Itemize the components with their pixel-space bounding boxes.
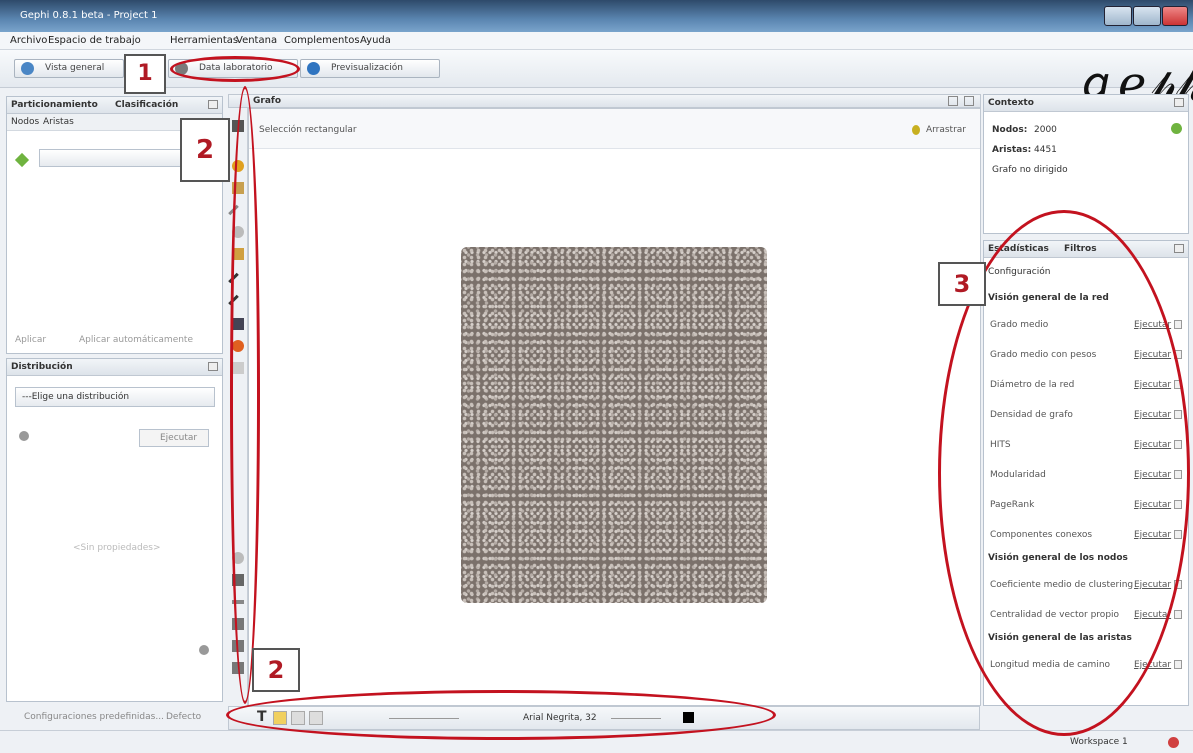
annotation-oval-2b	[226, 690, 776, 740]
annotation-oval-1	[170, 56, 300, 82]
tab-ranking[interactable]: Clasificación	[115, 100, 178, 110]
distribution-panel: Distribución ---Elige una distribución E…	[6, 358, 223, 702]
workspace-label[interactable]: Workspace 1	[1070, 737, 1128, 747]
default-link[interactable]: Defecto	[166, 712, 201, 722]
title-bar: Gephi 0.8.1 beta - Project 1	[0, 0, 1193, 32]
annotation-oval-2a	[230, 86, 260, 704]
maximize-icon[interactable]	[964, 96, 974, 106]
presets-link[interactable]: Configuraciones predefinidas...	[24, 712, 164, 722]
graph-tab-bar: Grafo	[228, 94, 981, 108]
menu-archivo[interactable]: Archivo	[10, 35, 47, 46]
info-icon[interactable]	[1174, 610, 1182, 619]
distribution-run-button[interactable]: Ejecutar	[139, 429, 209, 447]
drag-mode-label[interactable]: Arrastrar	[926, 125, 966, 135]
settings-icon[interactable]	[199, 645, 209, 655]
window-title: Gephi 0.8.1 beta - Project 1	[20, 10, 158, 21]
graph-canvas[interactable]: Selección rectangular Arrastrar	[248, 108, 981, 706]
menu-ayuda[interactable]: Ayuda	[360, 35, 391, 46]
auto-apply-button[interactable]: Aplicar automáticamente	[79, 335, 193, 345]
apply-button[interactable]: Aplicar	[15, 335, 46, 345]
minimize-icon[interactable]	[208, 362, 218, 371]
annotation-number-1: 1	[124, 54, 166, 94]
minimize-icon[interactable]	[1174, 244, 1184, 253]
tab-distribution[interactable]: Distribución	[11, 362, 73, 372]
overview-button[interactable]: Vista general	[14, 59, 124, 78]
tab-graph[interactable]: Grafo	[253, 96, 281, 106]
refresh-icon[interactable]	[1171, 123, 1182, 134]
tab-nodes[interactable]: Nodos	[11, 117, 39, 127]
annotation-number-2b: 2	[252, 648, 300, 692]
restore-icon[interactable]	[948, 96, 958, 106]
preview-icon	[307, 62, 320, 75]
selection-mode-label: Selección rectangular	[259, 125, 357, 135]
edges-label: Aristas:	[992, 145, 1032, 155]
distribution-dropdown[interactable]: ---Elige una distribución	[15, 387, 215, 407]
presets-bar: Configuraciones predefinidas... Defecto	[6, 706, 223, 730]
info-icon[interactable]	[1174, 660, 1182, 669]
no-properties-label: <Sin propiedades>	[73, 543, 161, 553]
graph-type-label: Grafo no dirigido	[992, 165, 1068, 175]
info-icon	[19, 431, 29, 441]
overview-icon	[21, 62, 34, 75]
menu-bar: Archivo Espacio de trabajo Herramientas …	[0, 32, 1193, 50]
nodes-count: 2000	[1034, 125, 1057, 135]
minimize-icon[interactable]	[208, 100, 218, 109]
lightbulb-icon	[912, 125, 920, 135]
edges-count: 4451	[1034, 145, 1057, 155]
minimize-button[interactable]	[1104, 6, 1132, 26]
tab-partition[interactable]: Particionamiento	[11, 100, 98, 110]
refresh-icon[interactable]	[14, 152, 30, 168]
notification-icon[interactable]	[1168, 737, 1179, 748]
graph-header: Selección rectangular Arrastrar	[249, 109, 980, 149]
context-panel: Contexto Nodos: 2000 Aristas: 4451 Grafo…	[983, 94, 1189, 234]
minimize-icon[interactable]	[1174, 98, 1184, 107]
close-button[interactable]	[1162, 6, 1188, 26]
menu-herramientas[interactable]: Herramientas	[170, 35, 238, 46]
preview-button[interactable]: Previsualización	[300, 59, 440, 78]
maximize-button[interactable]	[1133, 6, 1161, 26]
annotation-number-2a: 2	[180, 118, 230, 182]
info-icon[interactable]	[1174, 320, 1182, 329]
nodes-label: Nodos:	[992, 125, 1028, 135]
menu-espacio[interactable]: Espacio de trabajo	[48, 35, 141, 46]
annotation-number-3: 3	[938, 262, 986, 306]
menu-complementos[interactable]: Complementos	[284, 35, 360, 46]
network-graph[interactable]	[461, 247, 767, 603]
menu-ventana[interactable]: Ventana	[236, 35, 277, 46]
tab-context[interactable]: Contexto	[988, 98, 1034, 108]
tab-edges[interactable]: Aristas	[43, 117, 74, 127]
